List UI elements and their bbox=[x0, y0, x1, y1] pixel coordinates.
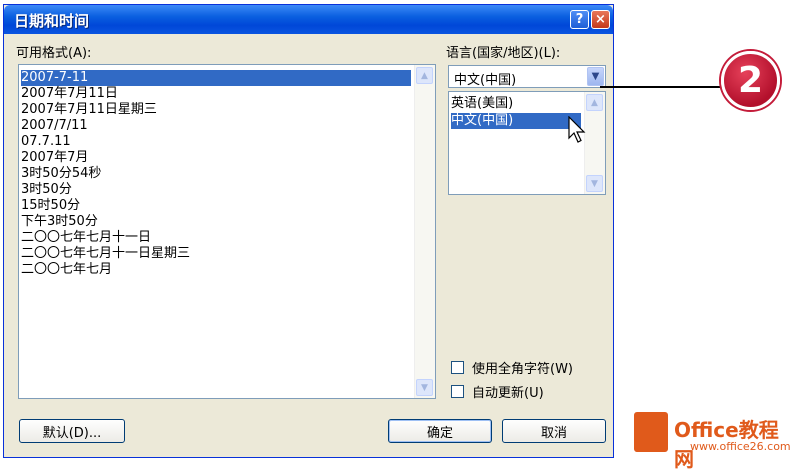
language-label: 语言(国家/地区)(L): bbox=[446, 46, 561, 61]
format-item[interactable]: 2007年7月11日星期三 bbox=[21, 102, 157, 118]
chevron-down-icon: ▼ bbox=[421, 382, 428, 393]
format-item[interactable]: 二〇〇七年七月十一日 bbox=[21, 230, 151, 246]
scroll-up-button[interactable]: ▲ bbox=[586, 94, 603, 111]
office-logo-icon bbox=[634, 412, 668, 452]
watermark-logo: Office教程网 www.office26.com bbox=[630, 408, 795, 471]
scroll-down-button[interactable]: ▼ bbox=[416, 379, 433, 396]
date-time-dialog: 日期和时间 ? × 可用格式(A): 2007-7-11 2007年7月11日 20… bbox=[3, 4, 614, 458]
format-item[interactable]: 2007年7月11日 bbox=[21, 86, 118, 102]
chevron-down-icon: ▼ bbox=[591, 71, 600, 82]
formats-list[interactable]: 2007-7-11 2007年7月11日 2007年7月11日星期三 2007/7/1… bbox=[18, 64, 436, 399]
formats-scrollbar[interactable]: ▲ ▼ bbox=[414, 65, 435, 398]
fullwidth-label: 使用全角字符(W) bbox=[472, 362, 573, 377]
format-item[interactable]: 2007-7-11 bbox=[21, 70, 411, 86]
mouse-cursor-icon bbox=[568, 116, 586, 143]
close-icon: × bbox=[595, 12, 606, 27]
chevron-up-icon: ▲ bbox=[591, 97, 598, 108]
scroll-down-button[interactable]: ▼ bbox=[586, 175, 603, 192]
callout-badge: 2 bbox=[721, 51, 780, 110]
format-item[interactable]: 3时50分54秒 bbox=[21, 166, 101, 182]
autoupdate-label: 自动更新(U) bbox=[472, 386, 544, 401]
default-button[interactable]: 默认(D)... bbox=[19, 419, 125, 443]
title-bar: 日期和时间 ? × bbox=[4, 5, 613, 34]
language-combobox[interactable]: 中文(中国) ▼ bbox=[448, 65, 606, 88]
format-item[interactable]: 2007/7/11 bbox=[21, 118, 88, 134]
ok-button[interactable]: 确定 bbox=[388, 419, 492, 443]
language-dropdown-button[interactable]: ▼ bbox=[587, 67, 604, 86]
format-item[interactable]: 2007年7月 bbox=[21, 150, 88, 166]
format-item[interactable]: 15时50分 bbox=[21, 198, 80, 214]
formats-label: 可用格式(A): bbox=[16, 46, 92, 61]
format-item[interactable]: 二〇〇七年七月 bbox=[21, 262, 112, 278]
language-selected-value: 中文(中国) bbox=[454, 73, 517, 88]
close-button[interactable]: × bbox=[591, 10, 610, 29]
format-item[interactable]: 下午3时50分 bbox=[21, 214, 98, 230]
callout-line bbox=[600, 86, 724, 88]
chevron-up-icon: ▲ bbox=[421, 70, 428, 81]
cancel-button[interactable]: 取消 bbox=[502, 419, 606, 443]
autoupdate-checkbox[interactable] bbox=[451, 385, 464, 398]
help-button[interactable]: ? bbox=[570, 10, 589, 29]
language-option[interactable]: 英语(美国) bbox=[451, 96, 513, 112]
watermark-url: www.office26.com bbox=[690, 440, 791, 453]
dialog-title: 日期和时间 bbox=[14, 12, 90, 30]
scroll-up-button[interactable]: ▲ bbox=[416, 67, 433, 84]
format-item[interactable]: 3时50分 bbox=[21, 182, 72, 198]
format-item[interactable]: 07.7.11 bbox=[21, 134, 71, 150]
language-option[interactable]: 中文(中国) bbox=[451, 113, 581, 129]
fullwidth-checkbox[interactable] bbox=[451, 361, 464, 374]
chevron-down-icon: ▼ bbox=[591, 178, 598, 189]
language-scrollbar[interactable]: ▲ ▼ bbox=[584, 92, 605, 194]
format-item[interactable]: 二〇〇七年七月十一日星期三 bbox=[21, 246, 190, 262]
help-icon: ? bbox=[575, 12, 584, 27]
